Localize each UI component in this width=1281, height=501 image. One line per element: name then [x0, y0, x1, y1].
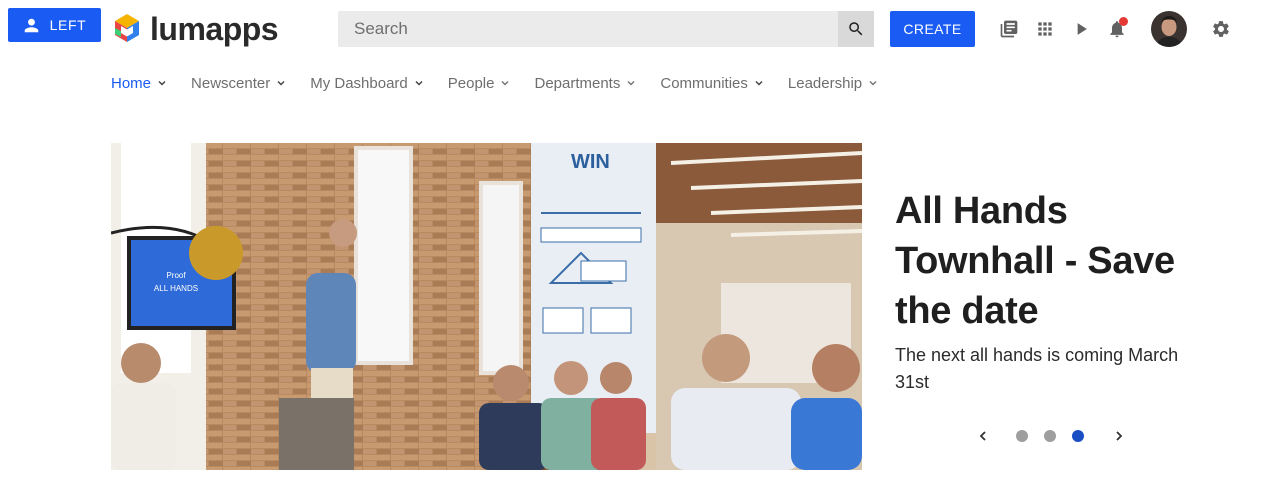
logo-text: lumapps — [150, 11, 279, 47]
carousel-dot-1[interactable] — [1016, 430, 1028, 442]
play-button[interactable] — [1069, 17, 1093, 41]
nav-item-label: Departments — [534, 74, 621, 92]
nav-item-label: Newscenter — [191, 74, 271, 92]
settings-button[interactable] — [1209, 17, 1233, 41]
carousel-dot-3[interactable] — [1072, 430, 1084, 442]
chevron-right-icon — [1116, 431, 1123, 441]
user-avatar-image — [1151, 11, 1187, 47]
create-button[interactable]: CREATE — [890, 11, 975, 47]
nav-item-departments[interactable]: Departments — [534, 75, 636, 92]
nav-item-newscenter[interactable]: Newscenter — [191, 75, 286, 92]
nav-item-label: My Dashboard — [310, 74, 408, 92]
library-button[interactable] — [997, 17, 1021, 41]
nav-item-label: Communities — [660, 74, 748, 92]
logo[interactable]: lumapps — [110, 11, 279, 47]
search-bar — [338, 11, 874, 47]
chevron-down-icon — [755, 80, 763, 86]
nav-item-label: People — [447, 74, 495, 92]
notifications-button[interactable] — [1105, 17, 1129, 41]
search-icon — [849, 22, 863, 36]
hero-title[interactable]: All Hands Townhall - Save the date — [895, 186, 1225, 336]
apps-launcher-button[interactable] — [1033, 17, 1057, 41]
chevron-down-icon — [869, 80, 877, 86]
search-input[interactable] — [338, 11, 837, 47]
carousel-controls — [973, 424, 1133, 448]
nav-item-label: Home — [111, 74, 152, 92]
chevron-down-icon — [627, 80, 635, 86]
chevron-down-icon — [415, 80, 423, 86]
carousel-dot-2[interactable] — [1044, 430, 1056, 442]
main-navigation: Home Newscenter My Dashboard People Depa… — [111, 70, 902, 96]
carousel-prev-button[interactable] — [973, 426, 993, 446]
lumapps-logo-icon — [115, 14, 139, 42]
chevron-down-icon — [277, 80, 285, 86]
play-icon — [1077, 23, 1087, 35]
hero-subtitle: The next all hands is coming March 31st — [895, 345, 1179, 392]
svg-text:WIN: WIN — [571, 151, 610, 173]
chevron-down-icon — [158, 80, 166, 86]
svg-text:Proof: Proof — [166, 271, 186, 280]
search-button[interactable] — [838, 11, 874, 47]
nav-item-label: Leadership — [787, 74, 863, 92]
nav-item-home[interactable]: Home — [111, 75, 167, 92]
left-button[interactable]: LEFT — [8, 8, 101, 42]
chevron-down-icon — [501, 80, 510, 86]
nav-item-leadership[interactable]: Leadership — [788, 75, 878, 92]
chevron-left-icon — [979, 431, 986, 441]
person-icon — [24, 18, 38, 32]
nav-item-my-dashboard[interactable]: My Dashboard — [310, 75, 424, 92]
office-presentation-photo: WIN Proof ALL HANDS — [111, 143, 862, 470]
carousel-next-button[interactable] — [1109, 426, 1129, 446]
svg-text:ALL HANDS: ALL HANDS — [154, 284, 198, 293]
top-header: LEFT lumapps CREATE — [0, 0, 1281, 56]
library-icon — [1000, 20, 1018, 38]
avatar[interactable] — [1151, 11, 1187, 47]
notification-badge — [1119, 17, 1128, 26]
nav-item-people[interactable]: People — [448, 75, 511, 92]
apps-grid-icon — [1038, 22, 1052, 36]
left-button-label: LEFT — [49, 17, 87, 33]
settings-icon — [1213, 21, 1229, 37]
hero-image[interactable]: WIN Proof ALL HANDS — [111, 143, 862, 470]
nav-item-communities[interactable]: Communities — [660, 75, 764, 92]
